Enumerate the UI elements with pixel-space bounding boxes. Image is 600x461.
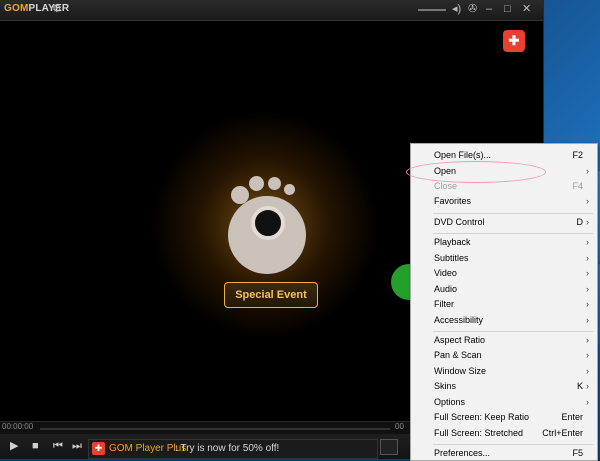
menu-shortcut: Ctrl+Enter	[542, 428, 583, 438]
menu-label: Video	[434, 268, 457, 278]
submenu-arrow-icon: ›	[586, 166, 589, 176]
menu-shortcut: D	[576, 217, 584, 227]
menu-item-accessibility[interactable]: Accessibility ›	[411, 313, 597, 328]
gom-plus-icon[interactable]: ✚	[503, 30, 525, 52]
menu-shortcut: F4	[572, 181, 583, 191]
speaker-icon[interactable]: ◂)	[452, 3, 461, 15]
logo-toe	[284, 184, 295, 195]
equalizer-icon[interactable]	[380, 439, 398, 455]
submenu-arrow-icon: ›	[586, 315, 589, 325]
menu-shortcut: Enter	[561, 412, 583, 422]
title-bar[interactable]: GOMPLAYER ⚙ ◂) ✇ – □ ✕	[0, 0, 543, 21]
menu-label: Subtitles	[434, 253, 469, 263]
submenu-arrow-icon: ›	[586, 237, 589, 247]
logo-toe	[268, 177, 281, 190]
menu-label: Aspect Ratio	[434, 335, 486, 345]
menu-label: Filter	[434, 299, 454, 309]
submenu-arrow-icon: ›	[586, 284, 589, 294]
submenu-arrow-icon: ›	[586, 253, 589, 263]
seek-track[interactable]	[40, 428, 390, 430]
menu-label: Full Screen: Keep Ratio	[434, 412, 530, 422]
play-icon[interactable]: ▶	[10, 440, 18, 452]
pin-icon[interactable]: ✇	[468, 3, 477, 15]
promo-banner[interactable]: ✚ GOM Player Plus : Try is now for 50% o…	[88, 439, 378, 459]
menu-item-window-size[interactable]: Window Size ›	[411, 364, 597, 379]
submenu-arrow-icon: ›	[586, 268, 589, 278]
next-icon[interactable]: ⏭	[72, 440, 82, 452]
minimize-icon[interactable]: –	[486, 3, 492, 15]
menu-item-open-files[interactable]: Open File(s)... F2	[411, 148, 597, 163]
submenu-arrow-icon: ›	[586, 299, 589, 309]
menu-item-dvd-control[interactable]: DVD Control D ›	[411, 215, 597, 230]
gom-logo-hole	[251, 206, 285, 240]
stop-icon[interactable]: ■	[32, 440, 39, 452]
brand-gom: GOM	[4, 3, 29, 14]
submenu-arrow-icon: ›	[586, 350, 589, 360]
maximize-icon[interactable]: □	[504, 3, 511, 15]
menu-label: Accessibility	[434, 315, 484, 325]
menu-item-options[interactable]: Options ›	[411, 395, 597, 410]
menu-separator	[433, 213, 593, 214]
menu-label: DVD Control	[434, 217, 485, 227]
menu-label: Window Size	[434, 366, 487, 376]
menu-label: Options	[434, 397, 466, 407]
menu-item-skins[interactable]: Skins K ›	[411, 379, 597, 394]
brand-player: PLAYER	[28, 3, 70, 14]
submenu-arrow-icon: ›	[586, 381, 589, 391]
gear-icon[interactable]: ⚙	[52, 2, 62, 15]
menu-item-audio[interactable]: Audio ›	[411, 282, 597, 297]
special-event-button[interactable]: Special Event	[224, 282, 318, 308]
menu-shortcut: F2	[572, 150, 583, 160]
total-time: 00	[395, 422, 404, 431]
submenu-arrow-icon: ›	[586, 196, 589, 206]
menu-separator	[433, 331, 593, 332]
current-time: 00:00:00	[2, 422, 34, 431]
menu-item-full-screen-stretched[interactable]: Full Screen: Stretched Ctrl+Enter	[411, 426, 597, 441]
menu-label: Pan & Scan	[434, 350, 482, 360]
submenu-arrow-icon: ›	[586, 397, 589, 407]
close-icon[interactable]: ✕	[522, 3, 531, 15]
volume-slider[interactable]	[418, 9, 446, 11]
submenu-arrow-icon: ›	[586, 335, 589, 345]
submenu-arrow-icon: ›	[586, 217, 589, 227]
menu-label: Full Screen: Stretched	[434, 428, 524, 438]
gom-plus-small-icon: ✚	[92, 442, 105, 455]
menu-shortcut: K	[576, 381, 583, 391]
annotation-oval	[406, 161, 546, 183]
menu-item-aspect-ratio[interactable]: Aspect Ratio ›	[411, 333, 597, 348]
promo-text: : Try is now for 50% off!	[175, 443, 280, 454]
menu-label: Audio	[434, 284, 458, 294]
submenu-arrow-icon: ›	[586, 366, 589, 376]
logo-toe	[249, 176, 264, 191]
menu-item-subtitles[interactable]: Subtitles ›	[411, 251, 597, 266]
context-menu: Open File(s)... F2 Open › Close F4 Favorite…	[410, 143, 598, 461]
menu-separator	[433, 233, 593, 234]
menu-label: Skins	[434, 381, 457, 391]
menu-item-filter[interactable]: Filter ›	[411, 297, 597, 312]
menu-item-playback[interactable]: Playback ›	[411, 235, 597, 250]
previous-icon[interactable]: ⏮	[53, 440, 63, 452]
menu-item-full-screen-keep-ratio[interactable]: Full Screen: Keep Ratio Enter	[411, 410, 597, 425]
menu-item-video[interactable]: Video ›	[411, 266, 597, 281]
menu-item-favorites[interactable]: Favorites ›	[411, 194, 597, 209]
menu-separator	[433, 444, 593, 445]
menu-label: Playback	[434, 237, 471, 247]
menu-label: Favorites	[434, 196, 472, 206]
menu-item-pan-scan[interactable]: Pan & Scan ›	[411, 348, 597, 363]
